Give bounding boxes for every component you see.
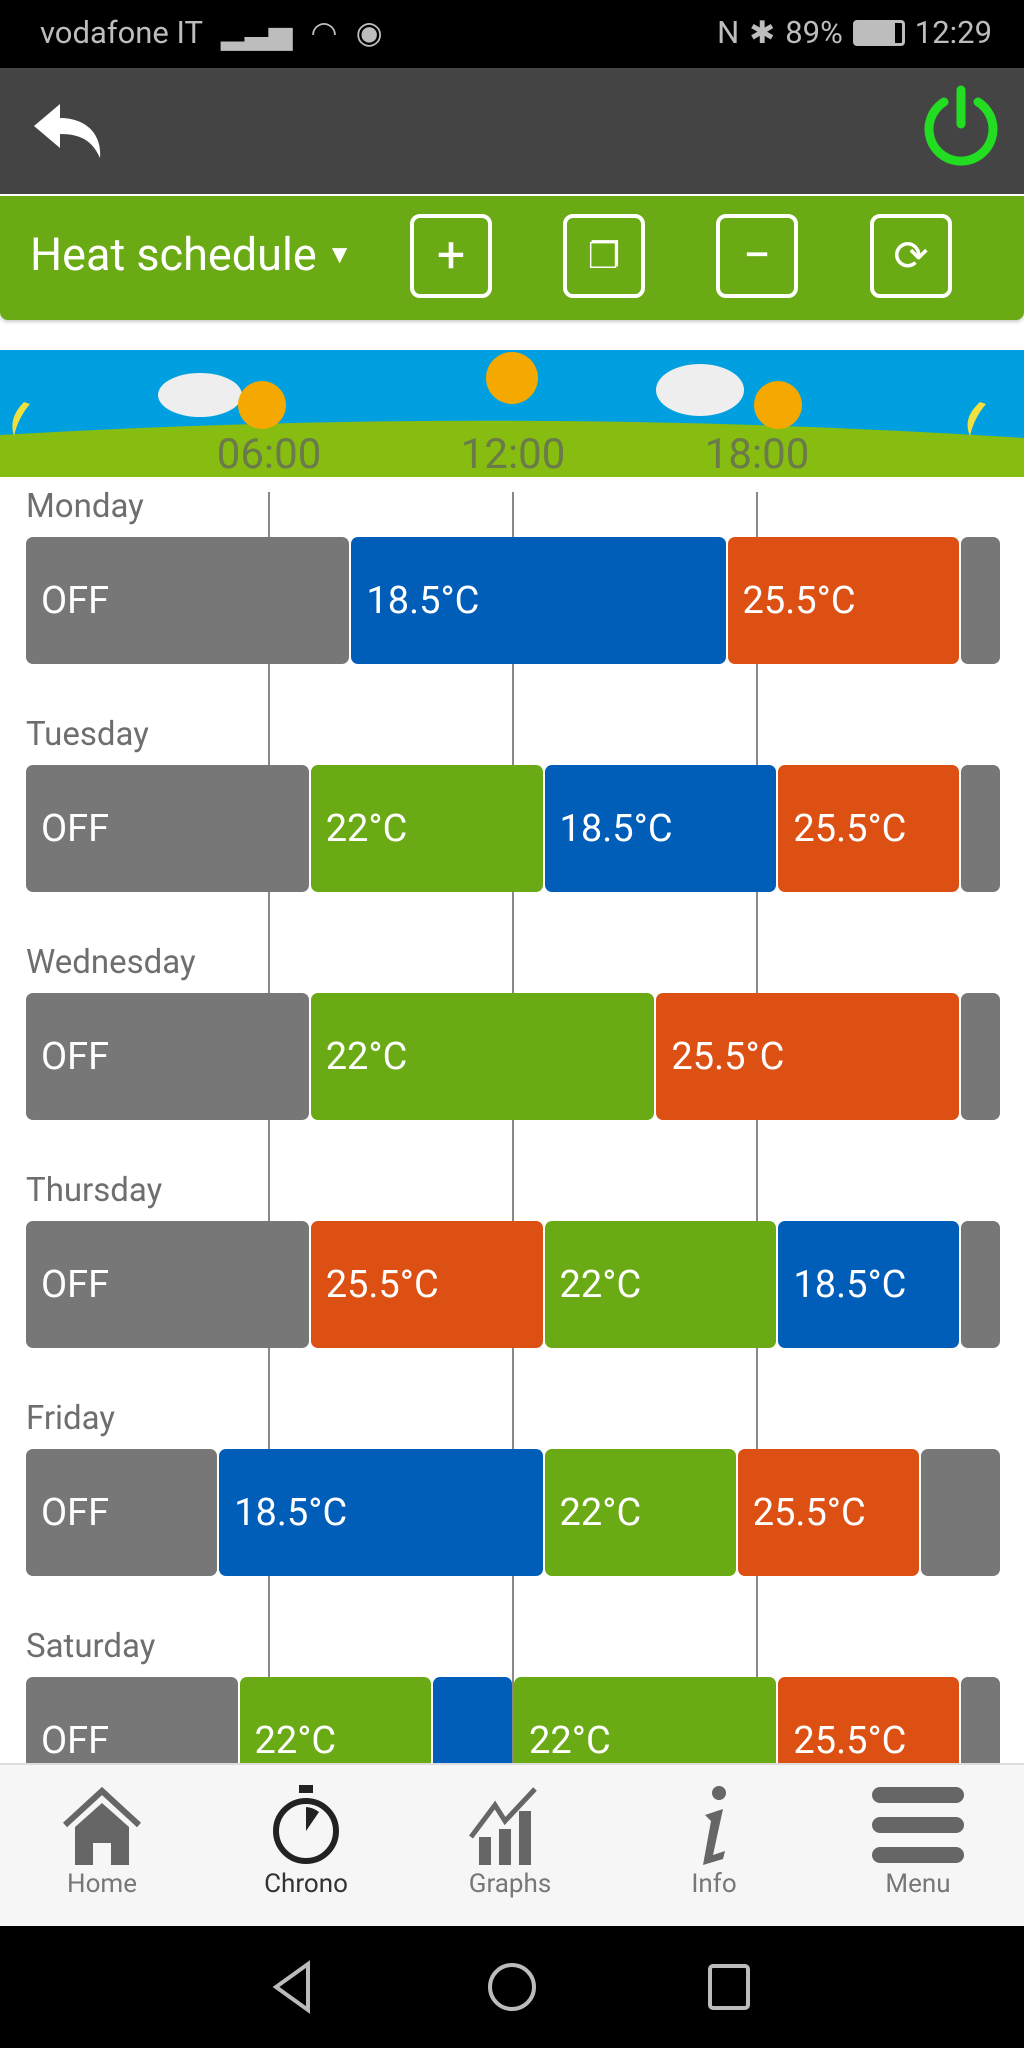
schedule-segment[interactable]: 25.5°C — [778, 765, 960, 892]
day-label: Monday — [26, 487, 144, 526]
day-label: Tuesday — [26, 715, 149, 754]
info-icon — [634, 1785, 794, 1865]
add-button[interactable]: + — [410, 214, 492, 298]
clock: 12:29 — [914, 14, 992, 51]
weekly-schedule: Monday OFF 18.5°C 25.5°C Tuesday OFF 22°C 18.5°… — [0, 477, 1024, 1763]
schedule-segment[interactable]: 18.5°C — [778, 1221, 960, 1348]
schedule-segment[interactable]: 25.5°C — [737, 1449, 919, 1576]
bluetooth-icon: ✱ — [749, 14, 776, 51]
status-bar: vodafone IT ▂▃▅ ◠ ◉ N ✱ 89% 12:29 — [0, 0, 1024, 68]
sun-icon — [238, 381, 286, 429]
nfc-icon: N — [717, 14, 740, 51]
time-tick-label: 12:00 — [460, 430, 566, 477]
app-notification-icon: ◉ — [355, 14, 383, 51]
cloud-icon — [158, 373, 242, 417]
schedule-segment[interactable]: OFF — [26, 1221, 309, 1348]
schedule-segment[interactable]: 25.5°C — [778, 1677, 960, 1763]
sync-button[interactable]: ⟳ — [870, 214, 952, 298]
copy-button[interactable]: ❐ — [563, 214, 645, 298]
app-header — [0, 68, 1024, 194]
nav-label: Graphs — [468, 1869, 552, 1899]
power-icon[interactable] — [918, 84, 1004, 170]
system-nav-bar — [0, 1926, 1024, 2048]
schedule-segment[interactable]: 22°C — [310, 765, 543, 892]
day-label: Saturday — [26, 1627, 156, 1666]
nav-item-info[interactable]: Info — [634, 1785, 794, 1899]
sun-icon — [486, 352, 538, 404]
sun-icon — [754, 381, 802, 429]
back-icon[interactable] — [30, 100, 106, 160]
copy-icon: ❐ — [587, 235, 621, 277]
home-icon — [22, 1785, 182, 1865]
schedule-toolbar: Heat schedule ▼ + ❐ − ⟳ — [0, 196, 1024, 320]
bottom-nav: Home Chrono Graphs Info Menu — [0, 1763, 1024, 1926]
schedule-title: Heat schedule — [30, 228, 317, 281]
remove-button[interactable]: − — [716, 214, 798, 298]
schedule-segment[interactable]: 22°C — [544, 1449, 736, 1576]
schedule-segment[interactable] — [961, 1221, 1001, 1348]
schedule-segment[interactable]: OFF — [26, 765, 309, 892]
schedule-segment[interactable]: 25.5°C — [310, 1221, 543, 1348]
schedule-segment[interactable]: OFF — [26, 993, 309, 1120]
minus-icon: − — [742, 227, 772, 285]
wifi-icon: ◠ — [310, 14, 338, 51]
nav-item-menu[interactable]: Menu — [838, 1785, 998, 1899]
time-tick-label: 06:00 — [216, 430, 322, 477]
schedule-segment[interactable]: 22°C — [544, 1221, 777, 1348]
schedule-segment[interactable]: 18.5°C — [219, 1449, 543, 1576]
signal-icon: ▂▃▅ — [221, 14, 293, 51]
schedule-selector[interactable]: Heat schedule ▼ — [30, 228, 352, 281]
schedule-segment[interactable]: 22°C — [514, 1677, 777, 1763]
day-timeline-banner: 06:00 12:00 18:00 — [0, 350, 1024, 477]
schedule-segment[interactable] — [961, 537, 1001, 664]
nav-item-graphs[interactable]: Graphs — [430, 1785, 590, 1899]
schedule-segment[interactable]: 25.5°C — [727, 537, 960, 664]
back-nav-icon[interactable] — [270, 1960, 314, 2014]
nav-label: Info — [691, 1869, 737, 1899]
schedule-segment[interactable] — [961, 1677, 1001, 1763]
day-label: Thursday — [26, 1171, 163, 1210]
carrier: vodafone IT — [40, 14, 204, 51]
schedule-segment[interactable]: 25.5°C — [656, 993, 960, 1120]
schedule-segment[interactable]: OFF — [26, 1449, 218, 1576]
battery-percent: 89% — [785, 14, 843, 51]
nav-label: Chrono — [264, 1869, 348, 1899]
schedule-segment[interactable]: 18.5°C — [351, 537, 726, 664]
graph-icon — [430, 1785, 590, 1865]
schedule-segment[interactable]: 22°C — [310, 993, 655, 1120]
plus-icon: + — [436, 227, 466, 285]
schedule-segment[interactable] — [920, 1449, 1001, 1576]
schedule-segment[interactable] — [961, 993, 1001, 1120]
recents-nav-icon[interactable] — [706, 1962, 752, 2012]
day-label: Wednesday — [26, 943, 196, 982]
cloud-icon — [656, 364, 744, 416]
stopwatch-icon — [226, 1785, 386, 1865]
schedule-segment[interactable] — [961, 765, 1001, 892]
schedule-segment[interactable]: OFF — [26, 1677, 238, 1763]
schedule-segment[interactable]: OFF — [26, 537, 350, 664]
nav-label: Home — [67, 1869, 137, 1899]
schedule-segment[interactable]: 18.5°C — [544, 765, 777, 892]
nav-item-home[interactable]: Home — [22, 1785, 182, 1899]
sync-icon: ⟳ — [893, 232, 929, 281]
dropdown-arrow-icon: ▼ — [326, 240, 353, 270]
menu-icon — [838, 1785, 998, 1865]
battery-icon — [852, 19, 905, 46]
home-nav-icon[interactable] — [486, 1960, 538, 2014]
nav-item-chrono[interactable]: Chrono — [226, 1785, 386, 1899]
time-tick-label: 18:00 — [704, 430, 810, 477]
schedule-segment[interactable] — [432, 1677, 513, 1763]
day-label: Friday — [26, 1399, 115, 1438]
schedule-segment[interactable]: 22°C — [239, 1677, 431, 1763]
nav-label: Menu — [885, 1869, 951, 1899]
